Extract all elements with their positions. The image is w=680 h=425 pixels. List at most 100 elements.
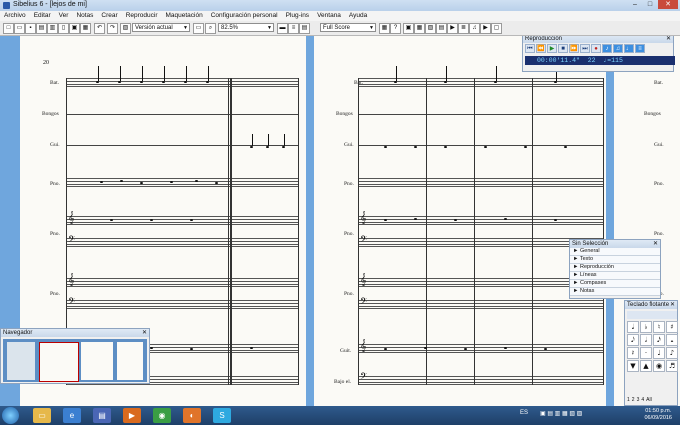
version-icon[interactable]: ▧ [120,23,131,34]
staff-piano-3-upper[interactable] [66,278,298,287]
note[interactable] [162,81,165,83]
staff-guitar[interactable] [358,344,604,353]
tray-icons[interactable]: ▣ ▤ ▥ ▦ ▧ ▨ [540,410,582,417]
save-icon[interactable]: ▪ [25,23,36,34]
note[interactable] [215,182,218,184]
note[interactable] [140,81,143,83]
staff-bongos[interactable] [66,114,298,115]
navigator-view[interactable] [3,339,147,382]
grid-icon[interactable]: ▦ [379,23,390,34]
menu-maquetacion[interactable]: Maquetación [165,11,202,21]
keypad-key[interactable]: ♭ [640,321,652,333]
menu-editar[interactable]: Editar [34,11,51,21]
properties-section-general[interactable]: ► General [570,248,660,256]
note[interactable] [544,348,547,350]
note[interactable] [384,219,387,221]
note[interactable] [96,81,99,83]
forward-end-icon[interactable]: ⏭ [580,44,590,53]
media-player-icon[interactable]: ▶ [123,408,141,423]
menu-ventana[interactable]: Ventana [317,11,341,21]
stop-icon[interactable]: ■ [558,44,568,53]
rewind-icon[interactable]: ⏪ [536,44,546,53]
note[interactable] [504,347,507,349]
staff-guiro[interactable] [358,145,604,146]
navigator-panel-header[interactable]: Navegador ✕ [1,329,149,337]
staff-piano-2-lower[interactable] [358,238,604,247]
note[interactable] [524,146,527,148]
language-indicator[interactable]: ES [520,410,528,416]
play-icon[interactable]: ▶ [547,44,557,53]
firefox-icon[interactable]: ◐ [183,408,201,423]
maximize-button[interactable]: □ [643,0,657,9]
keypad-layout-4[interactable]: 4 [641,397,644,403]
skype-icon[interactable]: S [213,408,231,423]
version-select[interactable]: Versión actual ▼ [132,23,190,32]
menu-ayuda[interactable]: Ayuda [349,11,367,21]
sibelius-taskbar-icon[interactable]: ▤ [93,408,111,423]
minimize-button[interactable]: – [628,0,642,9]
keypad-layout-tabs[interactable] [627,311,677,319]
undo-icon[interactable]: ↶ [94,23,105,34]
fast-forward-icon[interactable]: ⏩ [569,44,579,53]
hide-icon[interactable]: ▢ [491,23,502,34]
menu-notas[interactable]: Notas [76,11,93,21]
close-icon[interactable]: ✕ [666,36,671,43]
note[interactable] [250,347,253,349]
note[interactable] [454,219,457,221]
note[interactable] [170,181,173,183]
keypad-key[interactable]: 𝄽 [627,347,639,359]
zoom-icon[interactable]: ⌕ [205,23,216,34]
note[interactable] [554,219,557,221]
keypad-layout-all[interactable]: All [646,397,652,403]
keypad-layout-2[interactable]: 2 [632,397,635,403]
panorama-icon[interactable]: ▬ [277,23,288,34]
properties-section-notas[interactable]: ► Notas [570,288,660,296]
staff-piano-3-lower[interactable] [358,300,604,309]
rewind-start-icon[interactable]: ⏮ [525,44,535,53]
staff-bongos[interactable] [358,114,604,115]
file-explorer-icon[interactable]: ▭ [33,408,51,423]
keypad-key[interactable]: 𝅘𝅥𝅮 [627,334,639,346]
lock-icon[interactable]: ▦ [80,23,91,34]
staff-bass[interactable] [358,376,604,385]
score-view-select[interactable]: Full Score ▼ [320,23,376,32]
note[interactable] [444,81,447,83]
close-icon[interactable]: ✕ [670,301,675,309]
window-mixer-icon[interactable]: ▣ [403,23,414,34]
note[interactable] [150,219,153,221]
note[interactable] [266,146,269,148]
keypad-key[interactable]: ◉ [653,360,665,372]
keypad-key[interactable]: ▼ [627,360,639,372]
note[interactable] [504,218,507,220]
record-icon[interactable]: ● [591,44,601,53]
note[interactable] [414,218,417,220]
menu-ver[interactable]: Ver [59,11,69,21]
print-icon[interactable]: ▤ [36,23,47,34]
redo-icon[interactable]: ↷ [107,23,118,34]
internet-explorer-icon[interactable]: e [63,408,81,423]
score-workspace[interactable]: 20 Bat. Bongos Gui. Pno. Pno. Pno. 𝄞 𝄢 𝄞… [0,36,680,406]
layout-icon[interactable]: ▤ [299,23,310,34]
staff-piano-2-lower[interactable] [66,238,298,247]
click-icon[interactable]: ♩ [624,44,634,53]
close-icon[interactable]: ✕ [653,240,658,248]
properties-section-texto[interactable]: ► Texto [570,256,660,264]
staff-piano-1[interactable] [358,178,604,187]
keypad-key[interactable]: · [640,347,652,359]
playback-panel-header[interactable]: Reproducción ✕ [523,36,673,43]
live-playback-icon[interactable]: ♫ [613,44,623,53]
taskbar-clock[interactable]: 01:50 p.m. 06/09/2016 [644,408,672,422]
note[interactable] [464,348,467,350]
note[interactable] [384,146,387,148]
document-icon[interactable]: ▯ [58,23,69,34]
note[interactable] [250,146,253,148]
properties-toggle-icon[interactable]: ▤ [436,23,447,34]
properties-panel-header[interactable]: Sin Selección ✕ [570,240,660,248]
help-icon[interactable]: ? [390,23,401,34]
keypad-panel-header[interactable]: Teclado flotante ✕ [625,301,677,309]
keypad-key[interactable]: ♯ [666,321,678,333]
video-icon[interactable]: ▶ [480,23,491,34]
navigator-page-thumb[interactable] [7,342,35,380]
note[interactable] [190,348,193,350]
clipboard-icon[interactable]: ▣ [69,23,80,34]
